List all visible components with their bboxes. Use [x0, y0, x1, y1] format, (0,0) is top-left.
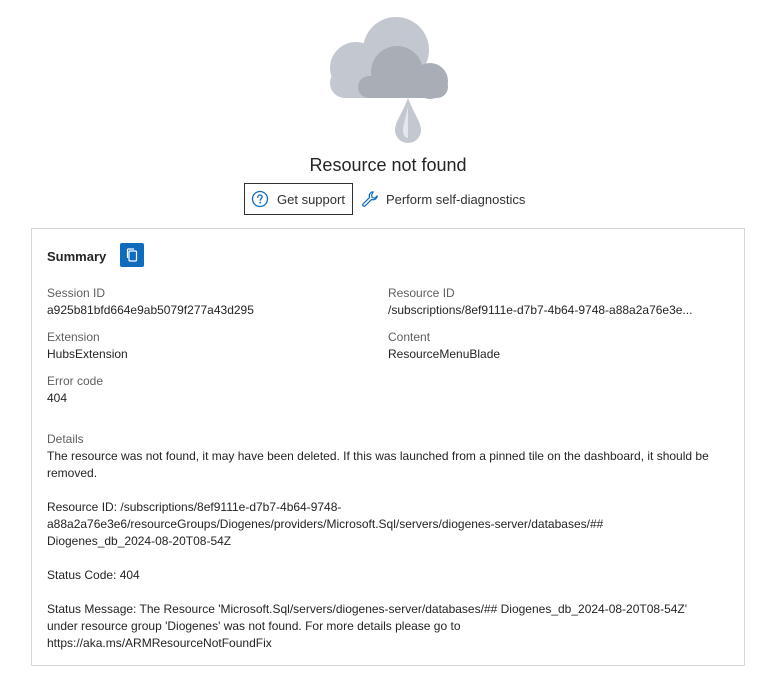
copy-button[interactable] [120, 243, 145, 267]
resource-id-label: Resource ID [388, 286, 455, 300]
details-message: The resource was not found, it may have … [47, 449, 709, 480]
error-code-label: Error code [47, 374, 104, 388]
details-label: Details [47, 432, 84, 446]
summary-header: Summary [47, 243, 145, 267]
session-id-label: Session ID [47, 286, 106, 300]
details-resource-id-line1: Resource ID: /subscriptions/8ef9111e-d7b… [47, 500, 342, 514]
details-resource-id-line3: Diogenes_db_2024-08-20T08-54Z [47, 534, 232, 548]
extension-value: HubsExtension [47, 347, 128, 361]
details-resource-id-line2: a88a2a76e3e6/resourceGroups/Diogenes/pro… [47, 517, 604, 531]
details-section: Details The resource was not found, it m… [47, 431, 727, 652]
get-support-label: Get support [277, 191, 345, 207]
resource-id-field: Resource ID /subscriptions/8ef9111e-d7b7… [388, 285, 728, 319]
content-field: Content ResourceMenuBlade [388, 329, 728, 363]
summary-title: Summary [47, 248, 107, 264]
get-support-button[interactable]: Get support [244, 183, 353, 215]
self-diagnostics-button[interactable]: Perform self-diagnostics [361, 190, 525, 208]
error-code-field: Error code 404 [47, 373, 367, 407]
details-status-code: Status Code: 404 [47, 568, 140, 582]
extension-field: Extension HubsExtension [47, 329, 367, 363]
content-label: Content [388, 330, 431, 344]
resource-id-value: /subscriptions/8ef9111e-d7b7-4b64-9748-a… [388, 303, 693, 317]
action-bar: Get support Perform self-diagnostics [244, 182, 525, 216]
session-id-field: Session ID a925b81bfd664e9ab5079f277a43d… [47, 285, 367, 319]
error-summary-card: Summary Session ID a925b81bfd664e9ab5079… [31, 228, 745, 666]
cloud-rain-icon [324, 14, 454, 146]
content-value: ResourceMenuBlade [388, 347, 501, 361]
wrench-icon [361, 190, 379, 208]
extension-label: Extension [47, 330, 100, 344]
page-title: Resource not found [309, 155, 467, 175]
error-code-value: 404 [47, 391, 68, 405]
details-status-message-line2: under resource group 'Diogenes' was not … [47, 619, 461, 633]
details-status-message-line1: Status Message: The Resource 'Microsoft.… [47, 602, 688, 616]
copy-icon [127, 248, 138, 262]
question-circle-icon [251, 190, 269, 208]
details-status-message-line3: https://aka.ms/ARMResourceNotFoundFix [47, 636, 272, 650]
session-id-value: a925b81bfd664e9ab5079f277a43d295 [47, 303, 254, 317]
self-diagnostics-label: Perform self-diagnostics [385, 191, 526, 207]
error-page: Resource not found Get support Perform s… [0, 0, 784, 695]
